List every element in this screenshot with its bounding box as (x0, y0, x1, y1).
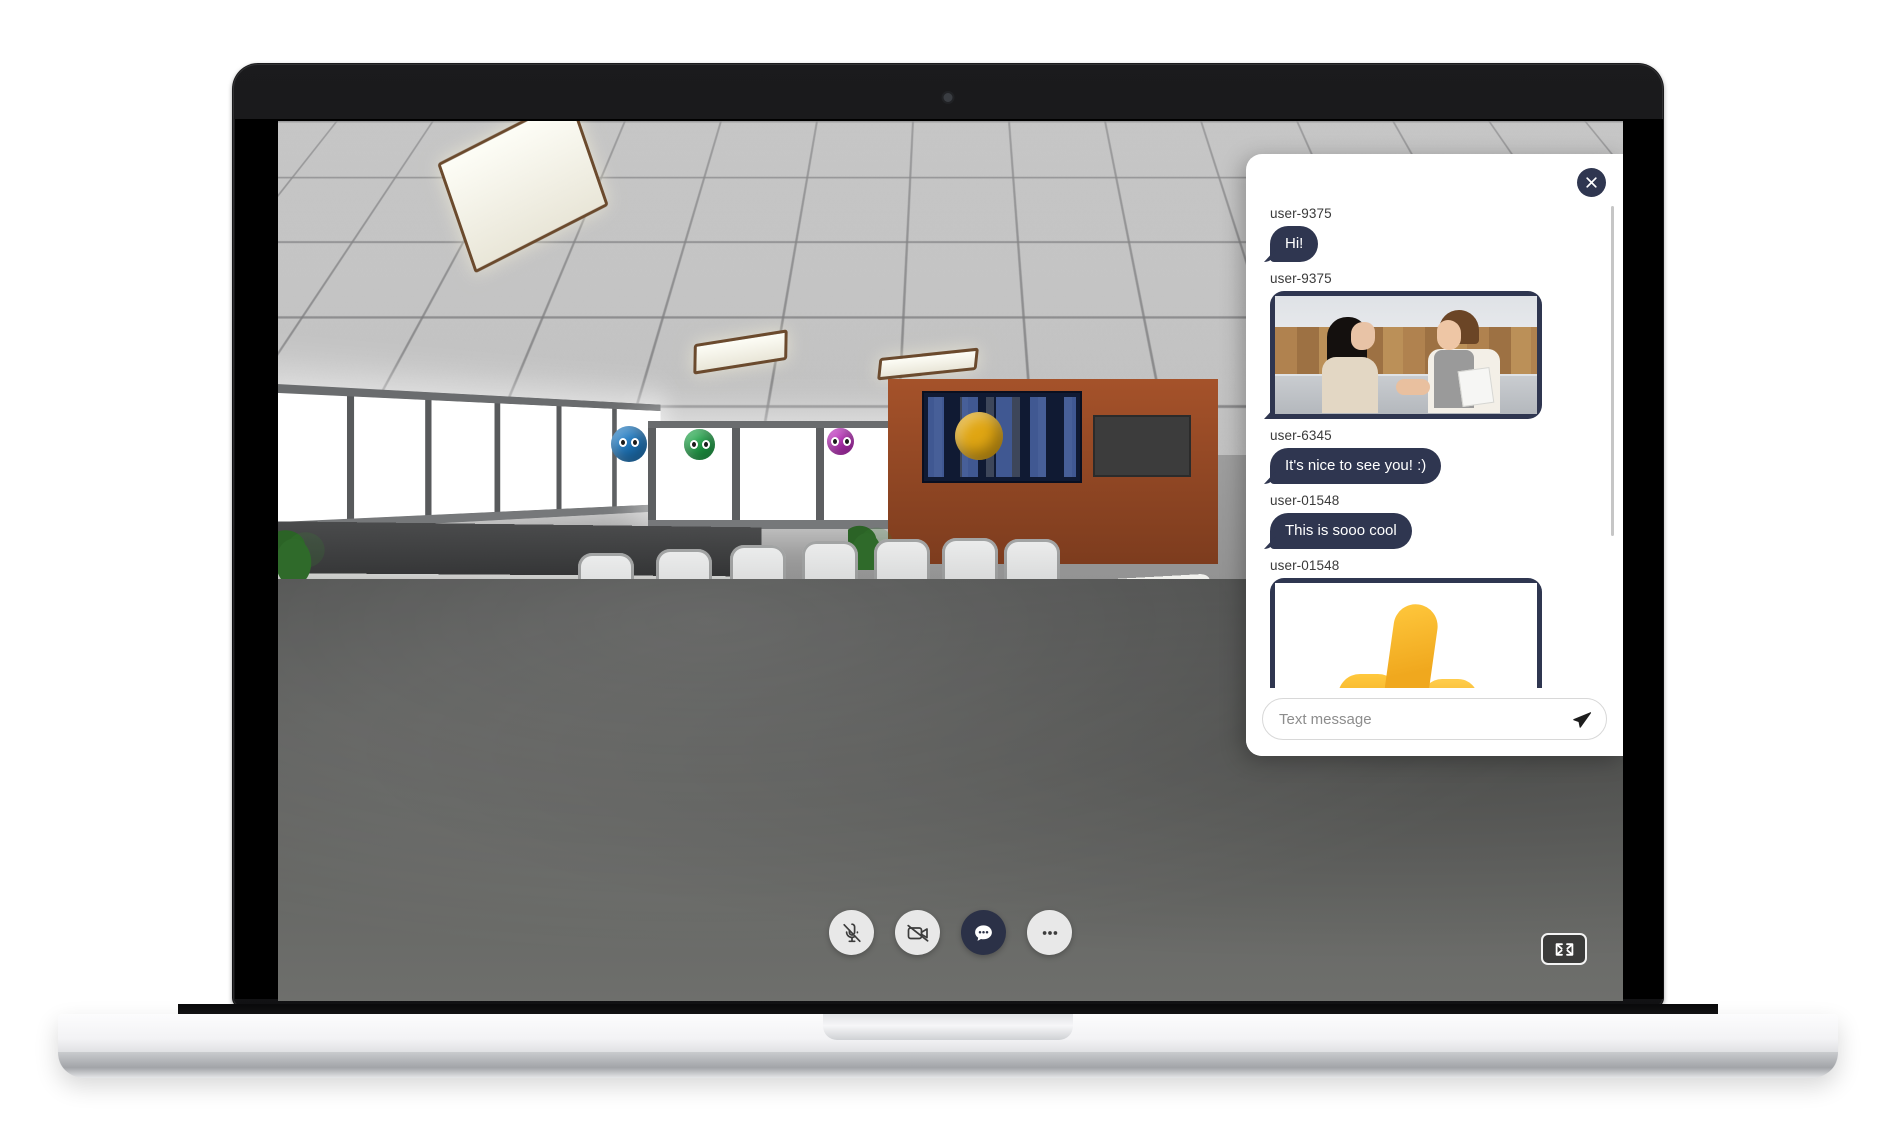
chat-message: user-9375 Hi! (1270, 206, 1599, 262)
message-image-thumbsup[interactable] (1275, 583, 1537, 688)
emoji-thumb (1383, 601, 1441, 688)
photo-handshake-hands (1395, 378, 1430, 395)
message-author: user-01548 (1270, 493, 1340, 508)
laptop-trackpad-notch (822, 1014, 1073, 1040)
message-author: user-9375 (1270, 206, 1332, 221)
message-author: user-01548 (1270, 558, 1340, 573)
message-author: user-9375 (1270, 271, 1332, 286)
more-options-button[interactable] (1027, 910, 1072, 955)
more-horizontal-icon (1042, 930, 1057, 935)
meeting-control-bar (278, 910, 1623, 955)
microphone-toggle-button[interactable] (829, 910, 874, 955)
chat-input-row (1246, 688, 1623, 756)
webcam-icon (943, 93, 953, 102)
chat-message-list[interactable]: user-9375 Hi! user-9375 user-6345 It's n… (1246, 154, 1623, 688)
photo-folder (1458, 367, 1495, 408)
potted-plant (278, 519, 326, 581)
chat-message: user-01548 (1270, 558, 1599, 688)
message-image-handshake[interactable] (1275, 296, 1537, 414)
message-bubble[interactable]: This is sooo cool (1270, 513, 1412, 549)
microphone-muted-icon (842, 922, 861, 942)
participant-avatar[interactable] (827, 428, 854, 455)
fullscreen-button[interactable] (1541, 933, 1587, 965)
message-bubble[interactable]: It's nice to see you! :) (1270, 448, 1442, 484)
close-icon (1586, 177, 1597, 188)
chat-send-button[interactable] (1561, 707, 1594, 732)
camera-toggle-button[interactable] (895, 910, 940, 955)
chat-close-button[interactable] (1577, 168, 1606, 197)
avatar-eyes-icon (830, 437, 851, 447)
photo-person-woman-face (1350, 321, 1375, 350)
message-image-bubble[interactable] (1270, 578, 1542, 688)
chat-message: user-6345 It's nice to see you! :) (1270, 428, 1599, 484)
app-screen: user-9375 Hi! user-9375 user-6345 It's n… (278, 121, 1623, 1001)
message-author: user-6345 (1270, 428, 1332, 443)
participant-avatar[interactable] (611, 426, 647, 462)
thumbs-up-emoji (1275, 583, 1537, 688)
window-mullions (278, 383, 661, 533)
chat-message: user-01548 This is sooo cool (1270, 493, 1599, 549)
chat-panel: user-9375 Hi! user-9375 user-6345 It's n… (1246, 154, 1623, 756)
camera-off-icon (906, 924, 928, 942)
laptop-mockup: user-9375 Hi! user-9375 user-6345 It's n… (0, 0, 1895, 1139)
participant-avatar[interactable] (955, 412, 1003, 460)
chat-toggle-button[interactable] (961, 910, 1006, 955)
window-wall (278, 383, 661, 533)
chat-message: user-9375 (1270, 271, 1599, 419)
avatar-eyes-icon (689, 439, 710, 449)
expand-arrows-icon (1555, 942, 1573, 956)
message-image-bubble[interactable] (1270, 291, 1542, 419)
handshake-photo (1275, 296, 1537, 414)
photo-person-woman-body (1322, 357, 1379, 414)
message-bubble[interactable]: Hi! (1270, 226, 1319, 262)
photo-person-man-face (1437, 319, 1462, 350)
avatar-eyes-icon (619, 438, 639, 448)
chat-scrollbar-thumb[interactable] (1611, 206, 1614, 536)
send-paper-plane-icon (1573, 711, 1592, 728)
chat-text-input[interactable] (1279, 710, 1561, 728)
chat-input-wrapper[interactable] (1262, 698, 1607, 740)
laptop-base-lip (58, 1052, 1838, 1078)
chat-bubble-icon (975, 924, 992, 941)
participant-avatar[interactable] (684, 429, 715, 460)
wall-display-secondary (1093, 415, 1191, 477)
